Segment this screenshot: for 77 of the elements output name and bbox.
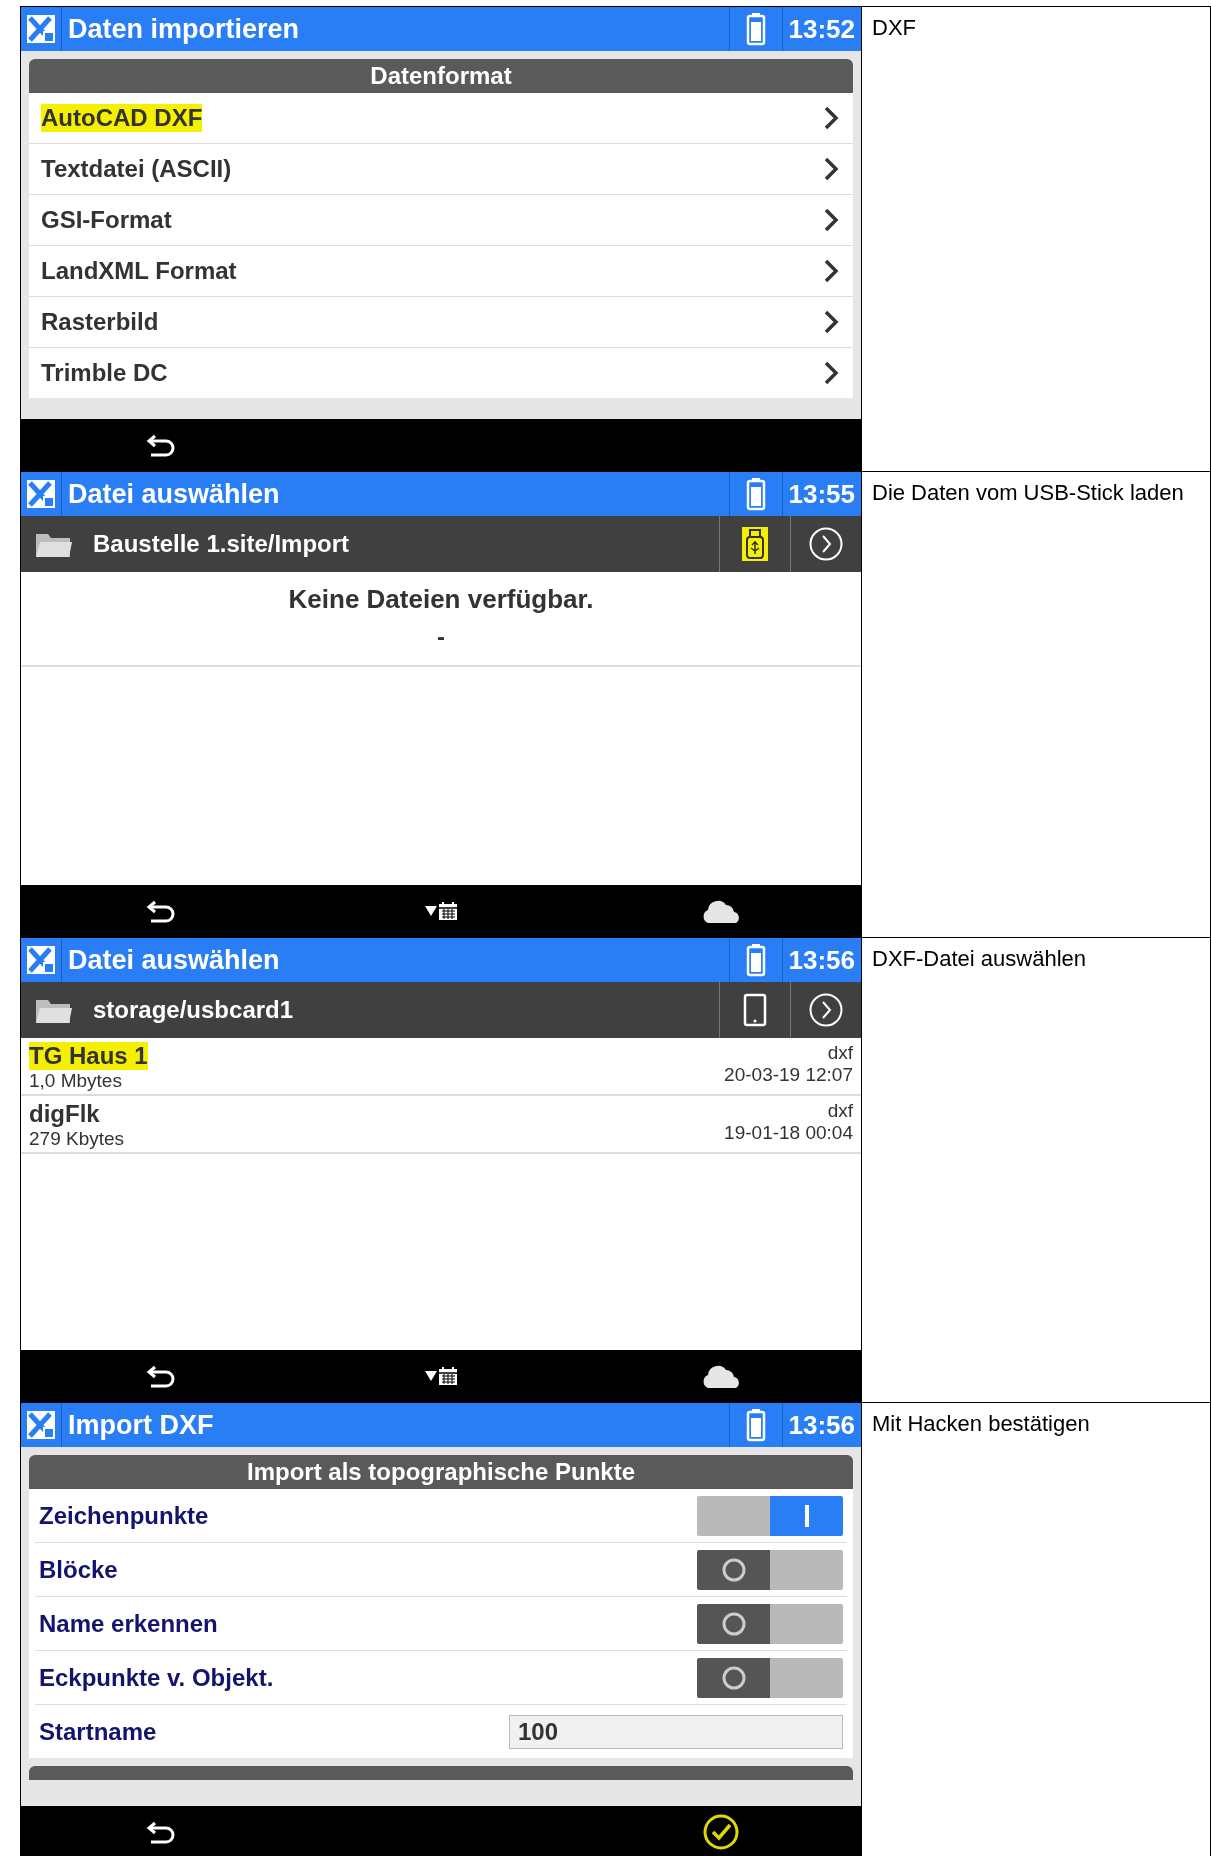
format-label: Textdatei (ASCII) bbox=[41, 155, 232, 183]
folder-path: storage/usbcard1 bbox=[93, 996, 295, 1024]
back-arrow-icon[interactable] bbox=[146, 898, 176, 924]
option-label: Startname bbox=[39, 1717, 157, 1746]
format-label: GSI-Format bbox=[41, 206, 172, 234]
format-list-item[interactable]: Textdatei (ASCII) bbox=[29, 143, 853, 194]
empty-message: Keine Dateien verfügbar. bbox=[288, 584, 594, 615]
file-list-item[interactable]: digFlk 279 Kbytes dxf 19-01-18 00:04 bbox=[21, 1096, 861, 1154]
format-list-item[interactable]: Trimble DC bbox=[29, 347, 853, 398]
chevron-right-icon bbox=[823, 208, 839, 232]
file-size: 279 Kbytes bbox=[29, 1128, 125, 1150]
battery-icon bbox=[745, 477, 766, 511]
option-label: Zeichenpunkte bbox=[39, 1501, 209, 1530]
file-type: dxf bbox=[827, 1042, 853, 1064]
empty-detail: - bbox=[437, 623, 445, 651]
toggle-on-bar-icon bbox=[804, 1504, 809, 1527]
toggle-switch[interactable] bbox=[697, 1603, 843, 1644]
file-type: dxf bbox=[827, 1100, 853, 1122]
battery-icon bbox=[745, 1408, 766, 1442]
start-name-field[interactable]: 100 bbox=[509, 1714, 843, 1749]
format-list-item[interactable]: GSI-Format bbox=[29, 194, 853, 245]
screen-title: Import DXF bbox=[67, 1409, 215, 1441]
file-date: 20-03-19 12:07 bbox=[724, 1064, 853, 1086]
chevron-right-icon bbox=[823, 106, 839, 130]
option-label: Eckpunkte v. Objekt. bbox=[39, 1663, 274, 1692]
step-caption: Die Daten vom USB-Stick laden bbox=[871, 479, 1185, 507]
toggle-switch[interactable] bbox=[697, 1495, 843, 1536]
toggle-switch[interactable] bbox=[697, 1657, 843, 1698]
calendar-filter-icon[interactable] bbox=[424, 901, 458, 921]
chevron-right-icon bbox=[823, 310, 839, 334]
toggle-switch[interactable] bbox=[697, 1549, 843, 1590]
app-logo-icon bbox=[26, 479, 56, 509]
file-name: digFlk bbox=[29, 1100, 100, 1128]
screen-title: Daten importieren bbox=[67, 13, 301, 45]
file-list-item[interactable]: TG Haus 1 1,0 Mbytes dxf 20-03-19 12:07 bbox=[21, 1038, 861, 1096]
app-logo-icon bbox=[26, 1410, 56, 1440]
back-arrow-icon[interactable] bbox=[146, 1819, 176, 1845]
toggle-off-circle-icon bbox=[720, 1610, 747, 1637]
clock-time: 13:55 bbox=[787, 478, 856, 510]
clock-time: 13:52 bbox=[787, 13, 856, 45]
format-label: Rasterbild bbox=[41, 308, 159, 336]
format-list-item[interactable]: LandXML Format bbox=[29, 245, 853, 296]
format-label: LandXML Format bbox=[41, 257, 237, 285]
usb-stick-icon[interactable] bbox=[742, 527, 768, 561]
file-size: 1,0 Mbytes bbox=[29, 1070, 123, 1092]
chevron-right-icon bbox=[823, 361, 839, 385]
battery-icon bbox=[745, 943, 766, 977]
section-header: Datenformat bbox=[29, 59, 853, 93]
file-date: 19-01-18 00:04 bbox=[724, 1122, 853, 1144]
section-header: Import als topographische Punkte bbox=[29, 1455, 853, 1489]
clock-time: 13:56 bbox=[787, 944, 856, 976]
app-logo-icon bbox=[26, 945, 56, 975]
file-name: TG Haus 1 bbox=[29, 1042, 148, 1070]
clock-time: 13:56 bbox=[787, 1409, 856, 1441]
option-label: Blöcke bbox=[39, 1555, 118, 1584]
step-caption: DXF-Datei auswählen bbox=[871, 945, 1087, 973]
toggle-off-circle-icon bbox=[720, 1664, 747, 1691]
chevron-right-icon bbox=[823, 157, 839, 181]
folder-path: Baustelle 1.site/Import bbox=[93, 530, 351, 558]
toggle-off-circle-icon bbox=[720, 1556, 747, 1583]
battery-icon bbox=[745, 12, 766, 46]
app-logo-icon bbox=[26, 14, 56, 44]
format-label: AutoCAD DXF bbox=[41, 104, 203, 132]
format-label: Trimble DC bbox=[41, 359, 168, 387]
chevron-right-icon bbox=[823, 259, 839, 283]
screen-title: Datei auswählen bbox=[67, 478, 281, 510]
format-list-item[interactable]: AutoCAD DXF bbox=[29, 93, 853, 143]
tablet-icon[interactable] bbox=[742, 993, 768, 1027]
format-list-item[interactable]: Rasterbild bbox=[29, 296, 853, 347]
step-caption: DXF bbox=[871, 14, 917, 42]
step-caption: Mit Hacken bestätigen bbox=[871, 1410, 1091, 1438]
screen-title: Datei auswählen bbox=[67, 944, 281, 976]
back-arrow-icon[interactable] bbox=[146, 1363, 176, 1389]
option-label: Name erkennen bbox=[39, 1609, 218, 1638]
calendar-filter-icon[interactable] bbox=[424, 1366, 458, 1386]
back-arrow-icon[interactable] bbox=[146, 432, 176, 458]
checkmark-circle-icon[interactable] bbox=[703, 1814, 739, 1850]
